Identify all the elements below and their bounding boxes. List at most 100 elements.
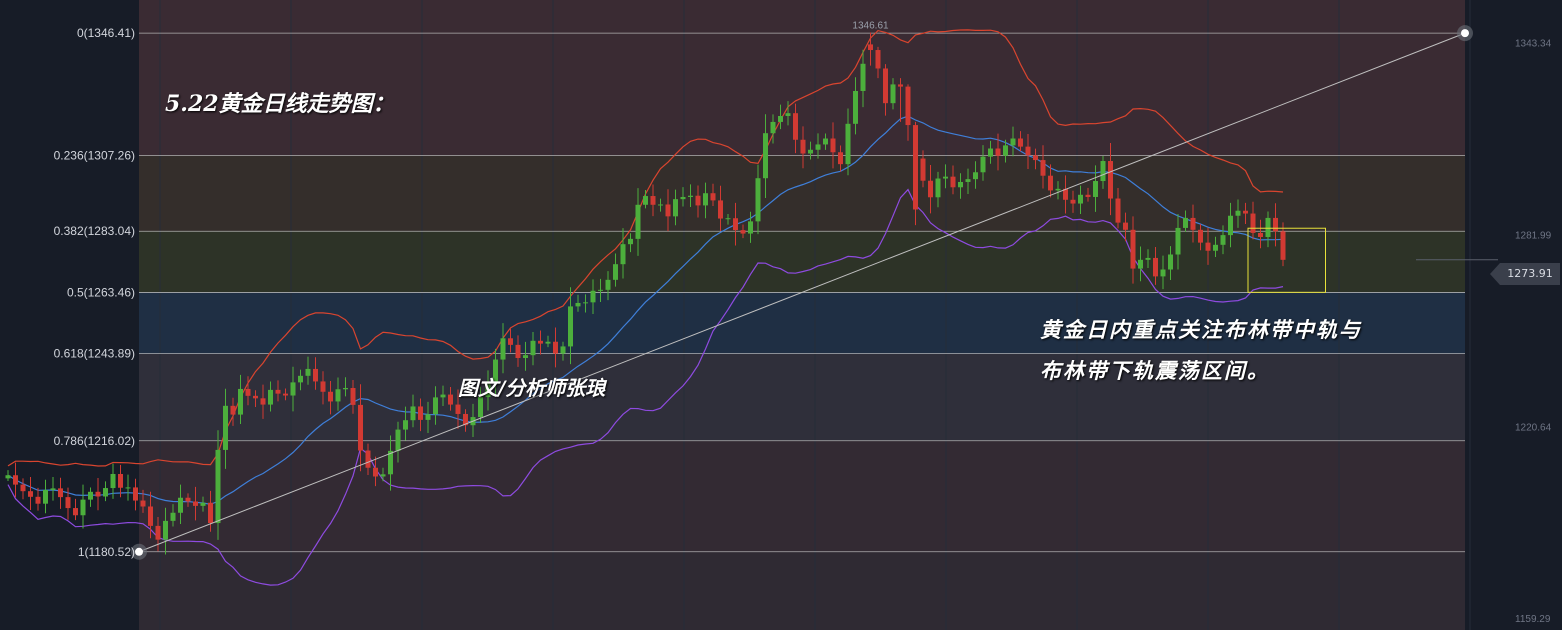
candle-body bbox=[1003, 145, 1008, 156]
candle-body bbox=[395, 429, 401, 451]
right-axis-tick: 1343.34 bbox=[1515, 39, 1552, 50]
candle-body bbox=[418, 406, 423, 420]
candle-body bbox=[110, 473, 116, 489]
candle-body bbox=[875, 50, 881, 69]
right-axis-tick: 1220.64 bbox=[1515, 422, 1552, 433]
candle-body bbox=[530, 340, 536, 356]
candle-body bbox=[748, 221, 753, 234]
candle-body bbox=[125, 487, 131, 489]
candle-body bbox=[643, 196, 648, 205]
candle-body bbox=[545, 341, 551, 344]
fib-band bbox=[139, 551, 1465, 630]
candle-body bbox=[935, 178, 941, 198]
fib-level-label: 1(1180.52) bbox=[78, 545, 135, 559]
candle-body bbox=[568, 306, 573, 347]
candle-body bbox=[1085, 194, 1091, 197]
candle-body bbox=[980, 156, 986, 173]
candle-body bbox=[140, 500, 146, 507]
candle-body bbox=[950, 176, 956, 188]
candle-body bbox=[905, 86, 911, 126]
candle-body bbox=[928, 180, 933, 198]
candle-body bbox=[778, 115, 783, 122]
candle-body bbox=[770, 121, 776, 134]
candle-body bbox=[163, 520, 168, 540]
candle-body bbox=[635, 204, 641, 239]
candle-body bbox=[440, 394, 446, 398]
right-axis-tick: 1159.29 bbox=[1515, 614, 1551, 625]
candle-body bbox=[365, 450, 371, 468]
candle-body bbox=[515, 344, 521, 358]
fib-band bbox=[139, 231, 1465, 293]
candle-body bbox=[13, 475, 18, 485]
candle-body bbox=[148, 506, 153, 526]
candle-body bbox=[620, 244, 626, 265]
candle-body bbox=[598, 289, 603, 291]
candle-body bbox=[208, 502, 213, 524]
candle-body bbox=[1018, 138, 1023, 147]
candle-body bbox=[50, 488, 56, 490]
candle-body bbox=[695, 195, 701, 206]
candle-body bbox=[1040, 160, 1046, 176]
candle-body bbox=[1168, 254, 1173, 270]
candle-body bbox=[425, 414, 431, 420]
candle-body bbox=[410, 406, 416, 421]
candle-body bbox=[1108, 161, 1113, 199]
candle-body bbox=[1100, 161, 1106, 182]
candle-body bbox=[793, 113, 798, 140]
candle-body bbox=[718, 200, 723, 219]
candle-body bbox=[28, 491, 33, 497]
candle-body bbox=[358, 404, 363, 451]
candle-body bbox=[838, 152, 843, 165]
candle-body bbox=[230, 405, 236, 415]
candle-body bbox=[320, 381, 326, 392]
candle-body bbox=[500, 338, 506, 360]
candle-body bbox=[448, 394, 453, 405]
candle-body bbox=[1123, 222, 1128, 230]
candle-body bbox=[1033, 155, 1038, 161]
author-credit: 图文/分析师张琅 bbox=[458, 376, 606, 400]
candle-body bbox=[703, 193, 708, 206]
candle-body bbox=[583, 302, 588, 304]
fib-level-label: 0.786(1216.02) bbox=[54, 434, 135, 448]
candle-body bbox=[1258, 232, 1263, 237]
candle-body bbox=[688, 195, 693, 197]
candle-body bbox=[253, 395, 258, 399]
candle-body bbox=[118, 473, 123, 488]
candle-body bbox=[733, 218, 738, 231]
fib-level-label: 0(1346.41) bbox=[77, 26, 135, 40]
analysis-note-line-1: 黄金日内重点关注布林带中轨与 bbox=[1040, 317, 1362, 342]
candle-body bbox=[328, 391, 333, 402]
candle-body bbox=[155, 525, 161, 540]
candle-body bbox=[200, 502, 206, 506]
candle-body bbox=[380, 474, 386, 477]
trendline-handle-dot bbox=[135, 547, 143, 556]
candle-body bbox=[133, 487, 138, 501]
candle-body bbox=[1010, 138, 1016, 146]
candle-body bbox=[88, 491, 93, 500]
candle-body bbox=[1250, 213, 1256, 233]
candle-body bbox=[1175, 227, 1181, 255]
candle-body bbox=[245, 388, 251, 396]
candle-body bbox=[965, 179, 971, 182]
last-price-tag: 1273.91 bbox=[1490, 263, 1560, 285]
candle-body bbox=[523, 355, 528, 358]
candle-body bbox=[898, 84, 903, 87]
candle-body bbox=[1145, 257, 1151, 260]
candle-body bbox=[313, 368, 318, 382]
candle-body bbox=[808, 149, 813, 154]
candle-body bbox=[913, 125, 918, 210]
candle-body bbox=[1205, 242, 1211, 251]
candle-body bbox=[673, 199, 678, 217]
candle-body bbox=[815, 144, 821, 150]
fib-level-label: 0.5(1263.46) bbox=[67, 285, 135, 299]
candle-body bbox=[215, 449, 221, 524]
candle-body bbox=[800, 139, 806, 154]
candle-body bbox=[785, 113, 791, 116]
candle-body bbox=[35, 496, 41, 504]
fib-band bbox=[139, 440, 1465, 552]
candle-body bbox=[73, 508, 78, 516]
candle-body bbox=[658, 204, 663, 206]
candle-body bbox=[958, 181, 963, 188]
candle-body bbox=[275, 389, 281, 394]
candle-body bbox=[560, 346, 566, 354]
